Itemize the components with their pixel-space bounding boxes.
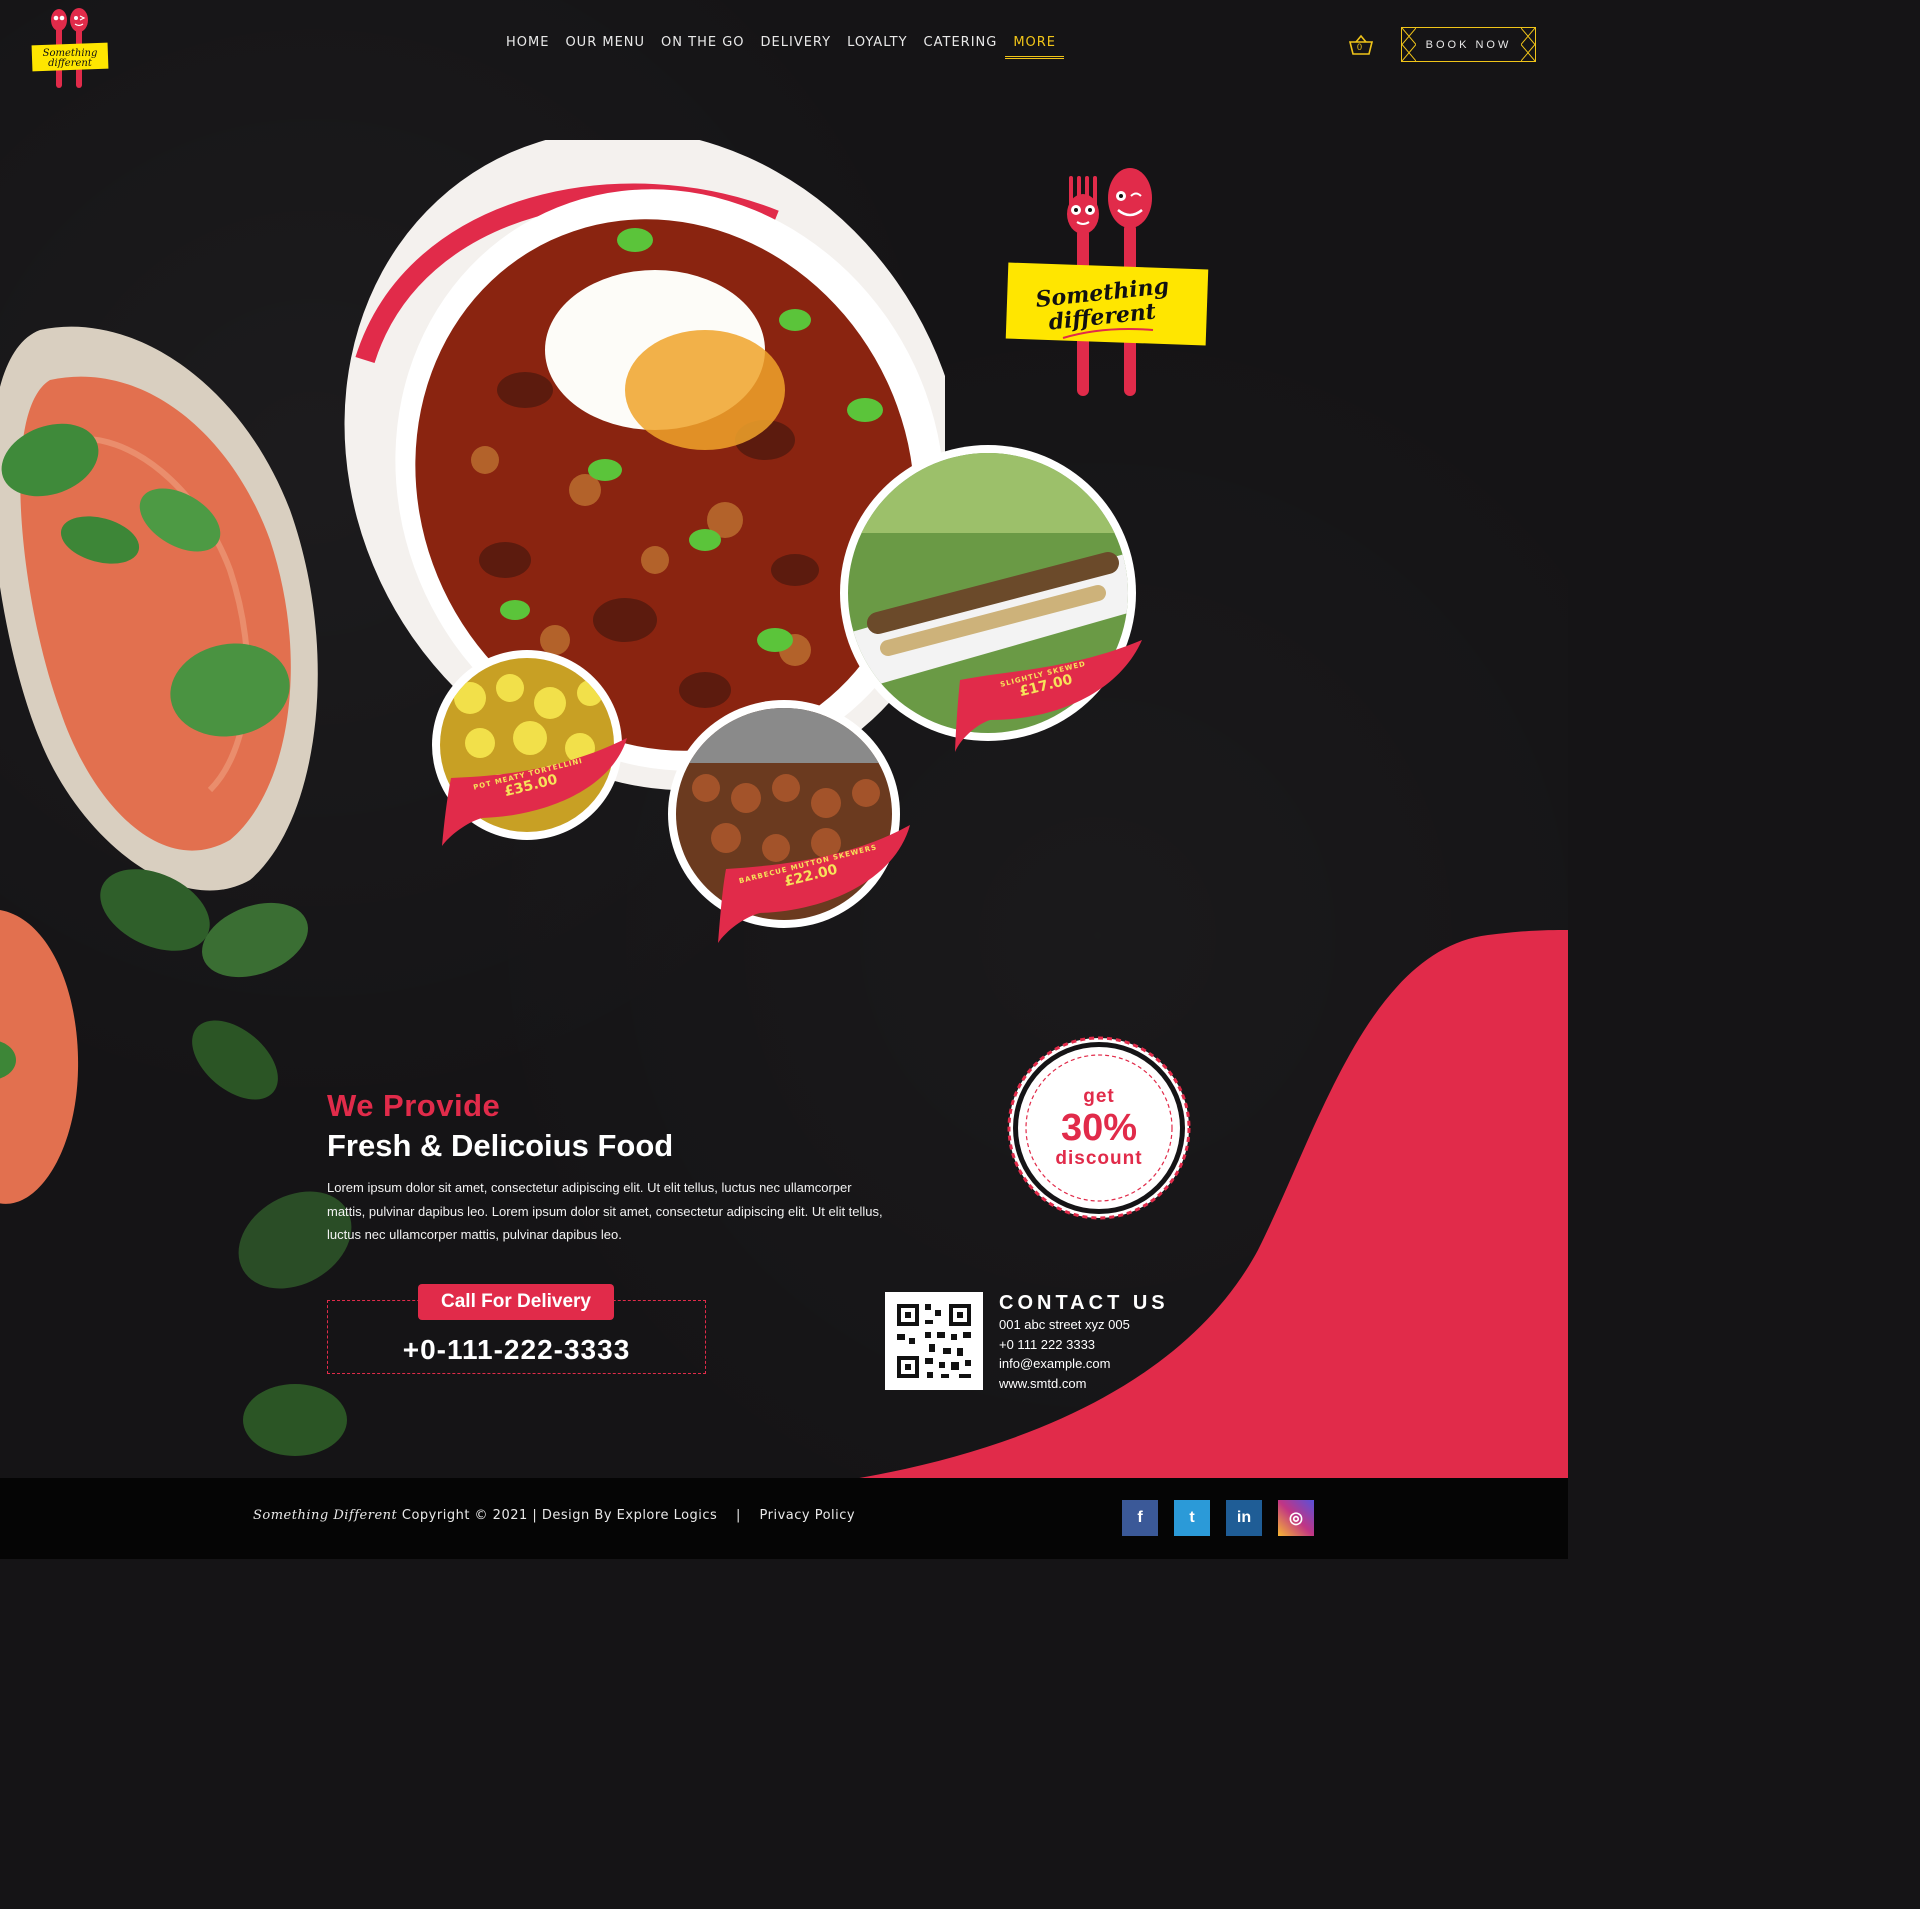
provide-tagline: We Provide [327, 1088, 501, 1123]
svg-text:different: different [48, 58, 93, 69]
book-now-button[interactable]: BOOK NOW [1401, 27, 1536, 62]
twitter-glyph: t [1189, 1509, 1195, 1526]
call-for-delivery-label: Call For Delivery [418, 1284, 614, 1320]
delivery-phone-link[interactable]: +0-111-222-3333 [327, 1334, 706, 1366]
nav-delivery[interactable]: DELIVERY [753, 34, 840, 59]
salmon-toast-image [0, 910, 79, 1204]
nav-catering[interactable]: CATERING [916, 34, 1006, 59]
salmon-toast-image [0, 326, 318, 891]
nav-loyalty[interactable]: LOYALTY [839, 34, 915, 59]
button-corner-decoration [1402, 28, 1416, 61]
provide-headline: Fresh & Delicoius Food [327, 1128, 674, 1163]
contact-phone[interactable]: +0 111 222 3333 [999, 1335, 1169, 1355]
price-ribbon [955, 640, 1142, 752]
cart-count: 0 [1357, 42, 1363, 52]
nav-more[interactable]: MORE [1005, 34, 1065, 59]
linkedin-glyph: in [1236, 1509, 1252, 1526]
pink-wave-shape [848, 930, 1568, 1480]
basil-leaves-image [100, 869, 352, 1456]
contact-website[interactable]: www.smtd.com [999, 1374, 1169, 1394]
contact-address: 001 abc street xyz 005 [999, 1317, 1130, 1332]
book-now-label: BOOK NOW [1425, 38, 1512, 51]
qr-code-image [885, 1292, 983, 1390]
footer-copyright: Something Different Copyright © 2021 | D… [253, 1508, 855, 1523]
brand-logo-large: Something different [1005, 168, 1209, 396]
footer-copyright-text: Copyright © 2021 | Design By Explore Log… [401, 1508, 718, 1523]
facebook-icon[interactable]: f [1122, 1500, 1158, 1536]
contact-email[interactable]: info@example.com [999, 1354, 1169, 1374]
button-corner-decoration [1521, 28, 1535, 61]
discount-percent: 30% [1060, 1107, 1138, 1149]
twitter-icon[interactable]: t [1174, 1500, 1210, 1536]
nav-home[interactable]: HOME [498, 34, 557, 59]
provide-body: Lorem ipsum dolor sit amet, consectetur … [327, 1180, 883, 1242]
main-nav: HOME OUR MENU ON THE GO DELIVERY LOYALTY… [498, 34, 1065, 59]
discount-badge: get 30% discount [1007, 1036, 1191, 1220]
privacy-policy-link[interactable]: Privacy Policy [760, 1508, 856, 1523]
nav-on-the-go[interactable]: ON THE GO [653, 34, 752, 59]
chili-bowl-image [344, 140, 945, 791]
provide-section: We Provide Fresh & Delicoius Food Lorem … [327, 1088, 887, 1247]
footer-brand: Something Different [253, 1508, 398, 1523]
site-logo[interactable]: Something different [30, 6, 110, 92]
nav-our-menu[interactable]: OUR MENU [557, 34, 653, 59]
site-footer: Something Different Copyright © 2021 | D… [0, 1478, 1568, 1559]
footer-separator: | [735, 1508, 741, 1523]
contact-title: CONTACT US [999, 1292, 1169, 1314]
instagram-glyph: ◎ [1289, 1510, 1303, 1527]
discount-line-discount: discount [1055, 1148, 1143, 1169]
contact-block: CONTACT US 001 abc street xyz 005 +0 111… [999, 1292, 1169, 1393]
instagram-icon[interactable]: ◎ [1278, 1500, 1314, 1536]
linkedin-icon[interactable]: in [1226, 1500, 1262, 1536]
discount-line-get: get [1083, 1086, 1115, 1107]
facebook-glyph: f [1137, 1509, 1143, 1526]
